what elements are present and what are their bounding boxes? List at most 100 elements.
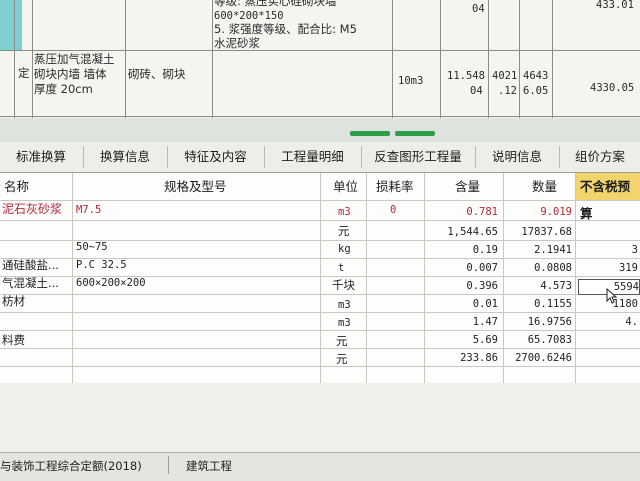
divider [0,330,640,331]
divider [72,173,73,383]
resource-content[interactable]: 1,544.65 [430,225,498,239]
tab-standard-conversion[interactable]: 标准换算 [0,142,82,172]
tab-pricing-plan[interactable]: 组价方案 [560,142,640,172]
resource-unit: 千块 [332,278,355,292]
col-header-unit[interactable]: 单位 [333,173,358,200]
resource-unit: 元 [336,334,348,348]
entry-spec-text: 600*200*150 [214,10,284,22]
entry-type: 定 [18,66,30,80]
resource-qty: 4.573 [540,280,572,292]
resource-qty: 9.019 [540,206,572,218]
mouse-cursor-icon [606,288,618,304]
divider [0,366,640,367]
resource-unit: t [338,262,345,274]
resource-price[interactable]: 319 [578,261,638,275]
divider [0,116,640,117]
tab-features-content[interactable]: 特征及内容 [168,142,263,172]
panel-splitter[interactable] [0,118,640,142]
resource-qty: 2700.6246 [515,352,572,364]
resource-unit: m3 [338,317,351,329]
divider [503,173,504,383]
splitter-handle[interactable] [350,131,390,136]
entry-value: 6.05 [523,85,549,97]
resource-content[interactable]: 0.396 [430,279,498,293]
divider [519,0,520,118]
divider [32,0,33,118]
entry-value: .12 [498,85,517,97]
divider [440,0,441,118]
resource-content[interactable]: 0.19 [430,243,498,257]
resource-qty: 2.1941 [534,244,572,256]
tab-quantity-detail[interactable]: 工程量明细 [265,142,360,172]
col-header-spec[interactable]: 规格及型号 [164,173,227,200]
resource-content[interactable]: 1.47 [430,315,498,329]
divider [0,312,640,313]
entry-qty: 04 [472,3,485,15]
resource-loss[interactable]: 0 [390,203,396,217]
project-type-label[interactable]: 建筑工程 [186,458,232,474]
row-selection-strip[interactable] [0,0,22,50]
entry-category: 砌砖、砌块 [128,67,186,81]
entry-value: 4643 [523,70,549,82]
entry-value: 11.548 [447,70,485,82]
col-header-content[interactable]: 含量 [455,173,480,200]
divider [366,173,367,383]
resource-content[interactable]: 0.01 [430,297,498,311]
entry-name[interactable]: 蒸压加气混凝土 [34,52,115,66]
divider [14,0,15,118]
col-header-price[interactable]: 不含税预算 [580,173,640,221]
resource-qty: 0.1155 [534,298,572,310]
resource-content[interactable]: 0.007 [430,261,498,275]
entry-name[interactable]: 厚度 20cm [34,82,93,96]
resource-qty: 65.7083 [527,334,572,346]
resource-spec[interactable]: 50~75 [76,240,108,254]
col-header-loss-rate[interactable]: 损耗率 [376,173,414,200]
splitter-handle[interactable] [395,131,435,136]
resource-name[interactable]: 通硅酸盐... [2,258,59,272]
tab-conversion-info[interactable]: 换算信息 [84,142,166,172]
divider [392,0,393,118]
resource-price[interactable]: 4. [578,315,638,329]
divider [575,173,576,383]
resource-price[interactable]: 3 [578,243,638,257]
resource-name[interactable]: 枋材 [2,294,25,308]
resource-qty: 0.0808 [534,262,572,274]
entry-spec-text: 等级: 蒸压实心硅砌块墙 [214,0,337,8]
divider [168,456,169,474]
resource-name[interactable]: 料费 [2,333,25,347]
divider [212,0,213,118]
entry-total: 4330.05 [590,82,635,94]
divider [125,0,126,118]
divider [320,173,321,383]
resource-spec[interactable]: 600×200×200 [76,276,146,290]
entry-unit: 10m3 [398,75,424,87]
entry-value: 4021 [492,70,518,82]
resource-content[interactable]: 233.86 [430,351,498,365]
resource-content[interactable]: 0.781 [430,205,498,219]
resource-qty: 17837.68 [521,226,572,238]
resource-unit: kg [338,243,351,255]
resource-spec[interactable]: P.C 32.5 [76,258,127,272]
divider [0,348,640,349]
resource-unit: m3 [338,299,351,311]
entry-name[interactable]: 砌块内墙 墙体 [34,67,107,81]
resource-name[interactable]: 气混凝土... [2,276,59,290]
tab-description[interactable]: 说明信息 [476,142,558,172]
col-header-quantity[interactable]: 数量 [532,173,557,200]
quota-library-label[interactable]: 与装饰工程综合定额(2018) [0,458,142,474]
col-header-name[interactable]: 名称 [4,173,29,200]
divider [0,50,640,51]
divider [0,294,640,295]
divider [0,200,640,201]
resource-spec[interactable]: M7.5 [76,203,101,217]
resource-name[interactable]: 泥石灰砂浆 [2,202,62,216]
tab-reverse-lookup[interactable]: 反查图形工程量 [362,142,474,172]
entry-spec-text: 5. 浆强度等级、配合比: M5 [214,22,357,36]
resource-content[interactable]: 5.69 [430,333,498,347]
resource-unit: m3 [338,206,351,218]
resource-unit: 元 [338,224,350,238]
entry-amount: 433.01 [596,0,634,11]
resource-qty: 16.9756 [527,316,572,328]
divider [0,220,640,221]
entry-spec-text: 水泥砂浆 [214,36,260,50]
